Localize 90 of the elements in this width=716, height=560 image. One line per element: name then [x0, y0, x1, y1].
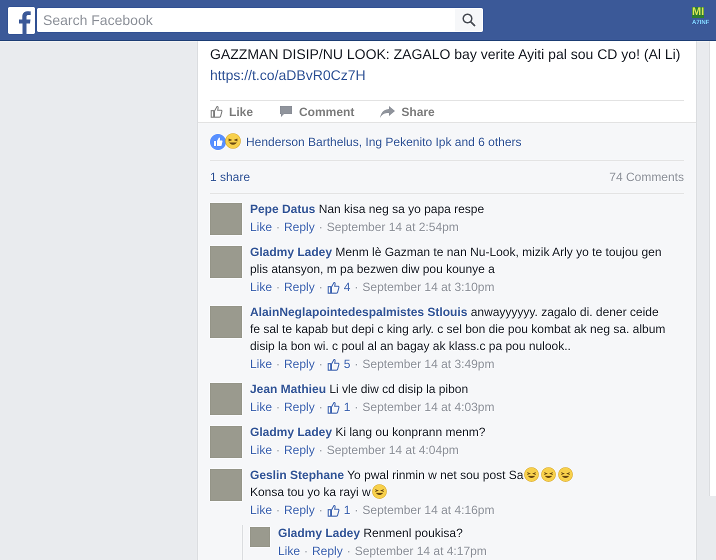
- laughing-emoji-icon: [541, 467, 556, 482]
- separator-dot: ·: [318, 219, 323, 236]
- separator-dot: ·: [354, 399, 358, 416]
- like-link[interactable]: Like: [250, 442, 272, 459]
- like-link[interactable]: Like: [250, 502, 272, 519]
- separator-dot: ·: [304, 543, 308, 560]
- commenter-name-link[interactable]: Jean Mathieu: [250, 382, 326, 396]
- laughing-emoji-icon: [225, 132, 241, 148]
- comment-timestamp[interactable]: September 14 at 4:03pm: [362, 399, 494, 416]
- comment-timestamp[interactable]: September 14 at 4:17pm: [354, 543, 487, 560]
- separator-dot: ·: [318, 502, 323, 519]
- separator-dot: ·: [276, 399, 280, 416]
- post-action-button[interactable]: Like: [210, 102, 254, 120]
- reactions-summary-link[interactable]: Henderson Barthelus, Ing Pekenito Ipk and 6 others: [246, 132, 522, 150]
- comment-count-link[interactable]: 74 Comments: [609, 168, 684, 186]
- separator-dot: ·: [318, 279, 323, 296]
- like-reaction-icon: [210, 134, 226, 150]
- commenter-name-link[interactable]: Pepe Datus: [250, 202, 316, 216]
- separator-dot: ·: [318, 442, 323, 459]
- comment-timestamp[interactable]: September 14 at 3:49pm: [362, 356, 494, 373]
- comment-text: Geslin Stephane Yo pwal rinmin w net sou post Sa Konsa tou yo ka rayi w: [250, 467, 666, 501]
- avatar-photo-placeholder: [210, 306, 242, 338]
- reply-link[interactable]: Reply: [284, 399, 315, 416]
- like-link[interactable]: Like: [250, 356, 272, 373]
- reply-link[interactable]: Reply: [284, 219, 315, 236]
- commenter-name-link[interactable]: Gladmy Ladey: [250, 245, 332, 259]
- like-count[interactable]: 1: [344, 399, 350, 416]
- separator-dot: ·: [354, 356, 358, 373]
- thumbs-up-icon: [326, 401, 340, 414]
- comment-text: Gladmy Ladey Ki lang ou konprann menm?: [250, 424, 486, 441]
- search-icon: [462, 13, 476, 27]
- like-link[interactable]: Like: [250, 399, 272, 416]
- like-link[interactable]: Like: [250, 279, 272, 296]
- separator-dot: ·: [276, 442, 280, 459]
- separator-dot: ·: [276, 356, 280, 373]
- like-count[interactable]: 4: [344, 279, 350, 296]
- separator-dot: ·: [276, 219, 280, 236]
- avatar-photo-placeholder: [210, 469, 242, 501]
- commenter-name-link[interactable]: Gladmy Ladey: [278, 526, 360, 540]
- search-button[interactable]: [455, 8, 483, 32]
- laughing-emoji-icon: [524, 467, 540, 482]
- separator-dot: ·: [318, 399, 323, 416]
- reply-link[interactable]: Reply: [312, 543, 343, 560]
- separator-dot: ·: [318, 356, 323, 373]
- commenter-name-link[interactable]: AlainNeglapointedespalmistes Stlouis: [250, 305, 468, 319]
- separator-dot: ·: [354, 502, 358, 519]
- speech-bubble-icon: [279, 105, 294, 118]
- comment-text: Pepe Datus Nan kisa neg sa yo papa respe: [250, 201, 486, 218]
- search-field[interactable]: Search Facebook: [37, 8, 455, 32]
- separator-dot: ·: [276, 502, 280, 519]
- comment-timestamp[interactable]: September 14 at 4:04pm: [326, 442, 459, 459]
- like-link[interactable]: Like: [278, 543, 300, 560]
- reply-link[interactable]: Reply: [284, 279, 315, 296]
- avatar-photo-placeholder: [210, 426, 242, 458]
- comment-timestamp[interactable]: September 14 at 4:16pm: [362, 502, 494, 519]
- commenter-name-link[interactable]: Gladmy Ladey: [250, 425, 332, 439]
- post-text: GAZZMAN DISIP/NU LOOK: ZAGALO bay verite Ayiti pal sou CD yo! (Al Li): [210, 45, 682, 64]
- comment-text: Jean Mathieu Li vle diw cd disip la pibon: [250, 381, 470, 398]
- laughing-emoji-icon: [372, 484, 387, 499]
- like-count[interactable]: 5: [344, 356, 350, 373]
- comment-text: AlainNeglapointedespalmistes Stlouis anwayyyyyy. zagalo di. dener ceide fe sal te kapab but depi c king arly. c sel bon die pou kombat ak neg sa. album disip la bon wi. c poul al an bagay ak klass.c pa pou nulook..: [250, 304, 666, 355]
- thumbs-up-icon: [326, 281, 340, 294]
- thumbs-up-icon: [326, 358, 340, 371]
- logo-text: MI: [692, 7, 704, 18]
- thumbs-up-icon: [210, 105, 223, 118]
- avatar-photo-placeholder: [250, 527, 270, 547]
- avatar-photo-placeholder: [210, 203, 242, 235]
- comment-timestamp[interactable]: September 14 at 3:10pm: [362, 279, 494, 296]
- like-link[interactable]: Like: [250, 219, 272, 236]
- share-arrow-icon: [380, 106, 396, 118]
- facebook-logo-icon[interactable]: [8, 6, 35, 34]
- commenter-name-link[interactable]: Geslin Stephane: [250, 468, 344, 482]
- reply-link[interactable]: Reply: [284, 502, 315, 519]
- like-count[interactable]: 1: [344, 502, 350, 519]
- separator-dot: ·: [354, 279, 358, 296]
- reply-link[interactable]: Reply: [284, 356, 315, 373]
- thumbs-up-icon: [326, 504, 340, 517]
- post-action-button[interactable]: Share: [380, 102, 435, 120]
- post-link[interactable]: https://t.co/aDBvR0Cz7H: [210, 67, 366, 83]
- separator-dot: ·: [276, 279, 280, 296]
- shares-link[interactable]: 1 share: [210, 168, 250, 186]
- avatar-photo-placeholder: [210, 383, 242, 415]
- post-action-button[interactable]: Comment: [279, 102, 354, 120]
- separator-dot: ·: [346, 543, 351, 560]
- laughing-emoji-icon: [558, 467, 574, 482]
- avatar-photo-placeholder: [210, 246, 242, 278]
- reply-link[interactable]: Reply: [284, 442, 315, 459]
- comment-timestamp[interactable]: September 14 at 2:54pm: [326, 219, 459, 236]
- comment-text: Gladmy Ladey Menm lè Gazman te nan Nu-Look, mizik Arly yo te toujou gen plis atansyon, m pa bezwen diw pou kounye a: [250, 244, 663, 278]
- comment-text: Gladmy Ladey Renmenl poukisa?: [278, 525, 464, 542]
